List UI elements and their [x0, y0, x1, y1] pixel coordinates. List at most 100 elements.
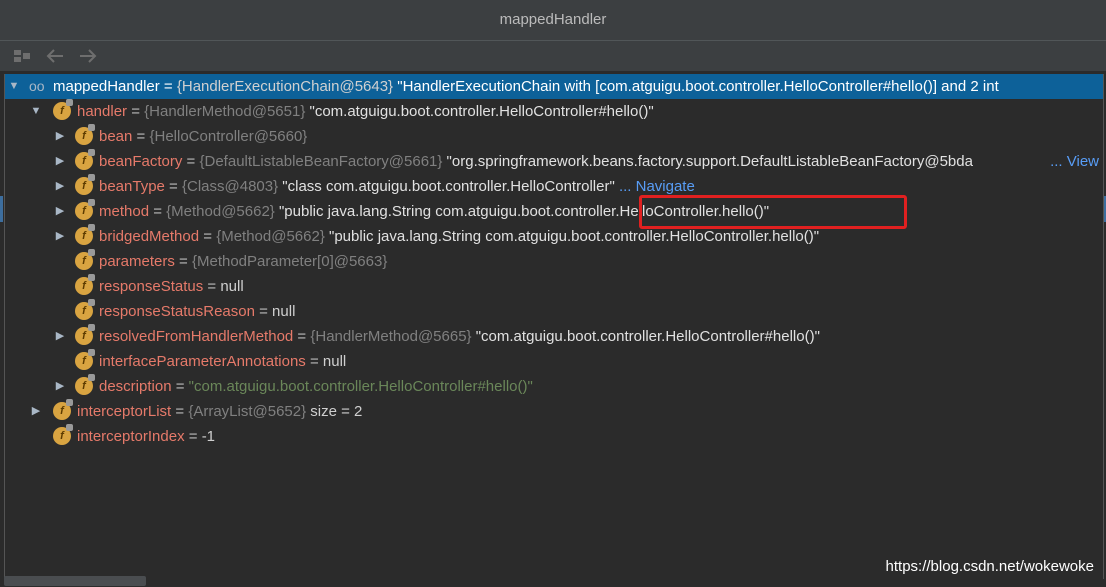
equals: =	[184, 428, 202, 445]
back-arrow-icon[interactable]	[44, 45, 66, 67]
equals: =	[199, 228, 217, 245]
var-ref: {Method@5662}	[216, 228, 325, 245]
var-ref: {Class@4803}	[182, 178, 279, 195]
tree-row-bridgedMethod[interactable]: ▶ f bridgedMethod = {Method@5662} "publi…	[5, 224, 1103, 249]
field-icon: f	[53, 99, 73, 120]
field-icon: f	[53, 424, 73, 445]
tree-row-responseStatusReason[interactable]: f responseStatusReason = null	[5, 299, 1103, 324]
equals: =	[159, 78, 177, 95]
var-ref: {HandlerMethod@5651}	[144, 103, 306, 120]
expand-arrow-icon[interactable]: ▶	[53, 124, 67, 149]
field-icon: f	[75, 274, 95, 295]
var-ref: {HandlerExecutionChain@5643}	[176, 78, 394, 95]
toolbar	[0, 41, 1106, 71]
tree-row-interfaceParameterAnnotations[interactable]: f interfaceParameterAnnotations = null	[5, 349, 1103, 374]
var-name: beanType	[99, 178, 165, 195]
collapse-arrow-icon[interactable]: ▼	[29, 99, 43, 124]
field-icon: f	[75, 324, 95, 345]
var-name: bridgedMethod	[99, 228, 200, 245]
var-ref: {ArrayList@5652}	[188, 403, 307, 420]
equals: =	[149, 203, 167, 220]
field-icon: f	[53, 399, 73, 420]
forward-arrow-icon[interactable]	[77, 45, 99, 67]
variables-tree[interactable]: ▼ oo mappedHandler = {HandlerExecutionCh…	[4, 74, 1104, 579]
var-value: null	[272, 303, 296, 320]
tree-row-description[interactable]: ▶ f description = "com.atguigu.boot.cont…	[5, 374, 1103, 399]
var-ref: {MethodParameter[0]@5663}	[191, 253, 388, 270]
field-icon: f	[75, 249, 95, 270]
var-name: parameters	[99, 253, 175, 270]
var-value: "com.atguigu.boot.controller.HelloContro…	[188, 378, 533, 395]
tree-row-method[interactable]: ▶ f method = {Method@5662} "public java.…	[5, 199, 1103, 224]
var-value: -1	[201, 428, 216, 445]
var-name: method	[99, 203, 150, 220]
view-link[interactable]: ... View	[1048, 149, 1099, 174]
var-ref: {Method@5662}	[166, 203, 275, 220]
equals: =	[164, 178, 182, 195]
var-value: "class com.atguigu.boot.controller.Hello…	[278, 178, 615, 195]
var-name: responseStatusReason	[99, 303, 255, 320]
equals: =	[132, 128, 150, 145]
tree-row-resolvedFromHandlerMethod[interactable]: ▶ f resolvedFromHandlerMethod = {Handler…	[5, 324, 1103, 349]
collapse-arrow-icon[interactable]: ▼	[7, 74, 21, 99]
navigate-link[interactable]: ... Navigate	[615, 178, 695, 195]
equals: =	[305, 353, 323, 370]
restore-layout-icon[interactable]	[11, 45, 33, 67]
expand-arrow-icon[interactable]: ▶	[29, 399, 43, 424]
var-name: mappedHandler	[53, 78, 160, 95]
tree-row-handler[interactable]: ▼ f handler = {HandlerMethod@5651} "com.…	[5, 99, 1103, 124]
var-value: "public java.lang.String com.atguigu.boo…	[274, 203, 770, 220]
var-name: interceptorList	[77, 403, 172, 420]
equals: =	[171, 403, 189, 420]
watermark: https://blog.csdn.net/wokewoke	[885, 558, 1094, 575]
var-name: beanFactory	[99, 153, 183, 170]
field-icon: f	[75, 149, 95, 170]
var-name: bean	[99, 128, 133, 145]
var-value: null	[220, 278, 244, 295]
horizontal-scrollbar[interactable]	[4, 576, 146, 586]
var-value: size = 2	[306, 403, 363, 420]
left-edge-accent	[0, 196, 3, 222]
var-value: "com.atguigu.boot.controller.HelloContro…	[471, 328, 820, 345]
tree-row-interceptorIndex[interactable]: f interceptorIndex = -1	[5, 424, 1103, 449]
field-icon: f	[75, 374, 95, 395]
equals: =	[171, 378, 189, 395]
expand-arrow-icon[interactable]: ▶	[53, 224, 67, 249]
field-icon: f	[75, 349, 95, 370]
debugger-popup-window: mappedHandler ▼ oo mappedHandler = {Hand…	[0, 0, 1106, 587]
var-ref: {HandlerMethod@5665}	[310, 328, 472, 345]
tree-row-beanType[interactable]: ▶ f beanType = {Class@4803} "class com.a…	[5, 174, 1103, 199]
var-name: responseStatus	[99, 278, 204, 295]
var-name: interceptorIndex	[77, 428, 185, 445]
tree-row-parameters[interactable]: f parameters = {MethodParameter[0]@5663}	[5, 249, 1103, 274]
field-icon: f	[75, 174, 95, 195]
equals: =	[182, 153, 200, 170]
expand-arrow-icon[interactable]: ▶	[53, 374, 67, 399]
equals: =	[293, 328, 311, 345]
tree-row-mappedHandler[interactable]: ▼ oo mappedHandler = {HandlerExecutionCh…	[5, 74, 1103, 99]
expand-arrow-icon[interactable]: ▶	[53, 174, 67, 199]
var-name: interfaceParameterAnnotations	[99, 353, 306, 370]
var-value: "public java.lang.String com.atguigu.boo…	[324, 228, 820, 245]
expand-arrow-icon[interactable]: ▶	[53, 149, 67, 174]
expand-arrow-icon[interactable]: ▶	[53, 199, 67, 224]
var-value: "HandlerExecutionChain with [com.atguigu…	[393, 78, 999, 95]
equals: =	[174, 253, 192, 270]
expand-arrow-icon[interactable]: ▶	[53, 324, 67, 349]
var-ref: {DefaultListableBeanFactory@5661}	[199, 153, 443, 170]
equals: =	[203, 278, 221, 295]
tree-row-responseStatus[interactable]: f responseStatus = null	[5, 274, 1103, 299]
var-value: null	[322, 353, 347, 370]
var-value: "org.springframework.beans.factory.suppo…	[442, 153, 973, 170]
var-name: handler	[77, 103, 128, 120]
field-icon: f	[75, 299, 95, 320]
window-title: mappedHandler	[0, 0, 1106, 41]
equals: =	[254, 303, 273, 320]
tree-row-interceptorList[interactable]: ▶ f interceptorList = {ArrayList@5652} s…	[5, 399, 1103, 424]
tree-row-beanFactory[interactable]: ▶ f beanFactory = {DefaultListableBeanFa…	[5, 149, 1103, 174]
var-name: description	[99, 378, 172, 395]
field-icon: f	[75, 199, 95, 220]
tree-row-bean[interactable]: ▶ f bean = {HelloController@5660}	[5, 124, 1103, 149]
var-name: resolvedFromHandlerMethod	[99, 328, 294, 345]
equals: =	[127, 103, 145, 120]
